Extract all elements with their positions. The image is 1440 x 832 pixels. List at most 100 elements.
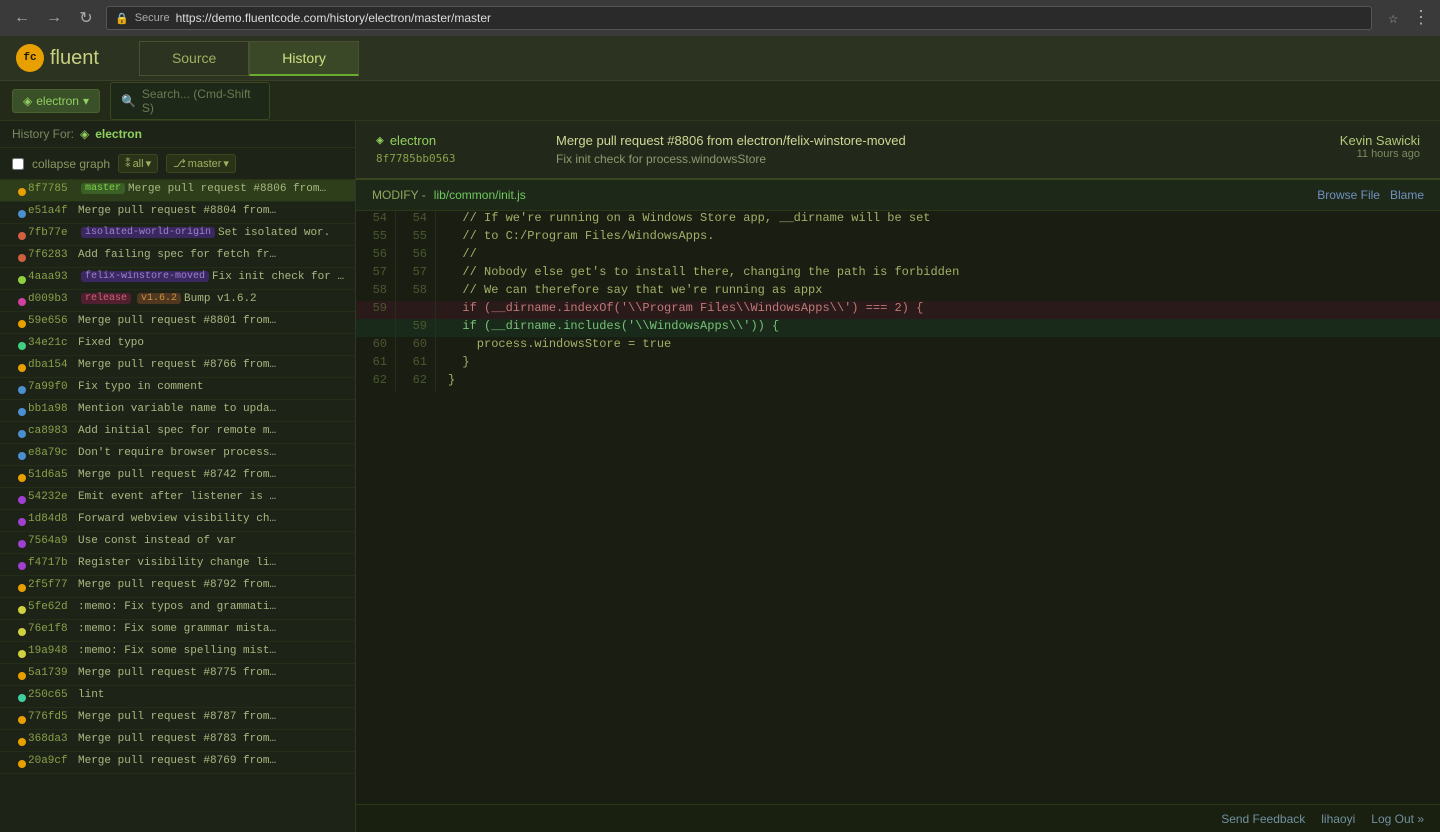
commit-version-tag: v1.6.2: [137, 293, 181, 304]
commit-item[interactable]: 250c65lint: [0, 686, 355, 708]
tabs: Source History: [139, 41, 359, 76]
collapse-checkbox[interactable]: [12, 158, 24, 170]
line-num-new: 56: [396, 247, 436, 265]
commit-item[interactable]: ca8983Add initial spec for remote module…: [0, 422, 355, 444]
filter-branch-label: master: [188, 158, 222, 170]
commit-hash: 4aaa93: [28, 271, 78, 283]
commit-info-panel: ◈ electron 8f7785bb0563 Merge pull reque…: [356, 121, 1440, 180]
back-button[interactable]: ←: [10, 6, 34, 30]
commit-desc: Merge pull request #8806 from electron/f…: [556, 133, 1320, 166]
sidebar: History For: ◈ electron collapse graph ⁑…: [0, 121, 356, 832]
commit-item[interactable]: 7fb77eisolated-world-originSet isolated …: [0, 224, 355, 246]
commit-dot: [18, 716, 26, 724]
commit-dot: [18, 210, 26, 218]
commit-branch-tag: felix-winstore-moved: [81, 271, 209, 282]
line-num-old: [356, 319, 396, 337]
commit-item[interactable]: 7a99f0Fix typo in comment: [0, 378, 355, 400]
commit-item[interactable]: 54232eEmit event after listener is regis…: [0, 488, 355, 510]
commit-author-block: Kevin Sawicki 11 hours ago: [1340, 133, 1420, 160]
commit-item[interactable]: 7f6283Add failing spec for fetch from is…: [0, 246, 355, 268]
commit-item[interactable]: 51d6a5Merge pull request #8742 from elec…: [0, 466, 355, 488]
commit-item[interactable]: 5a1739Merge pull request #8775 from elec…: [0, 664, 355, 686]
diff-line: 59 if (__dirname.includes('\\WindowsApps…: [356, 319, 1440, 337]
commit-message: Merge pull request #8775 from electron/s…: [78, 667, 278, 679]
commit-item[interactable]: 59e656Merge pull request #8801 from tomf…: [0, 312, 355, 334]
commit-message: lint: [78, 689, 104, 701]
tab-history[interactable]: History: [249, 41, 359, 76]
repo-selector[interactable]: ◈ electron ▾: [12, 89, 100, 113]
commit-hash: 7564a9: [28, 535, 78, 547]
commit-message: Don't require browser process module fro…: [78, 447, 278, 459]
commit-item[interactable]: dba154Merge pull request #8766 from elec…: [0, 356, 355, 378]
commit-dot: [18, 452, 26, 460]
commit-message: Mention variable name to update: [78, 403, 278, 415]
commit-hash: 250c65: [28, 689, 78, 701]
commit-message: :memo: Fix typos and grammatical errors.: [78, 601, 278, 613]
line-num-old: 54: [356, 211, 396, 229]
commit-item[interactable]: 19a948:memo: Fix some spelling mistakes: [0, 642, 355, 664]
logo-icon-text: fc: [23, 52, 36, 64]
commit-item[interactable]: 5fe62d:memo: Fix typos and grammatical e…: [0, 598, 355, 620]
logout-button[interactable]: Log Out »: [1371, 812, 1424, 826]
line-num-new: 62: [396, 373, 436, 391]
commit-message: Merge pull request #8766 from electron/b…: [78, 359, 278, 371]
commit-dot: [18, 606, 26, 614]
star-icon[interactable]: ☆: [1388, 8, 1398, 28]
filter-all-icon: ⁑: [125, 157, 131, 170]
commit-item[interactable]: f4717bRegister visibility change listene…: [0, 554, 355, 576]
commit-item[interactable]: 2f5f77Merge pull request #8792 from Lass…: [0, 576, 355, 598]
commit-item[interactable]: 8f7785masterMerge pull request #8806 fro…: [0, 180, 355, 202]
commit-item[interactable]: 4aaa93felix-winstore-movedFix init check…: [0, 268, 355, 290]
commit-item[interactable]: e51a4fMerge pull request #8804 from elec…: [0, 202, 355, 224]
commit-dot: [18, 276, 26, 284]
commit-dot: [18, 342, 26, 350]
commit-item[interactable]: d009b3releasev1.6.2Bump v1.6.2: [0, 290, 355, 312]
menu-icon[interactable]: ⋮: [1412, 7, 1430, 29]
commit-item[interactable]: 34e21cFixed typo: [0, 334, 355, 356]
user-button[interactable]: lihaoyi: [1321, 812, 1355, 826]
forward-button[interactable]: →: [42, 6, 66, 30]
diff-file-path[interactable]: lib/common/init.js: [434, 188, 526, 202]
commit-item[interactable]: 368da3Merge pull request #8783 from th.: [0, 730, 355, 752]
commit-hash: f4717b: [28, 557, 78, 569]
reload-button[interactable]: ↻: [74, 6, 98, 30]
commit-dot: [18, 562, 26, 570]
commit-message: Register visibility change listener when…: [78, 557, 278, 569]
browse-file-button[interactable]: Browse File: [1317, 188, 1380, 202]
filter-branch-dropdown[interactable]: ⎇ master ▾: [166, 154, 236, 173]
main-layout: History For: ◈ electron collapse graph ⁑…: [0, 121, 1440, 832]
history-for-repo-icon: ◈: [80, 127, 89, 141]
send-feedback-button[interactable]: Send Feedback: [1221, 812, 1305, 826]
commit-message: Use const instead of var: [78, 535, 236, 547]
commit-item[interactable]: bb1a98Mention variable name to update: [0, 400, 355, 422]
diff-line: 6060 process.windowsStore = true: [356, 337, 1440, 355]
search-bar[interactable]: 🔍 Search... (Cmd-Shift S): [110, 82, 270, 120]
blame-button[interactable]: Blame: [1390, 188, 1424, 202]
diff-line: 6262}: [356, 373, 1440, 391]
line-num-new: 55: [396, 229, 436, 247]
author-name: Kevin Sawicki: [1340, 133, 1420, 148]
repo-label: electron: [36, 94, 79, 108]
line-content: if (__dirname.includes('\\WindowsApps\\'…: [436, 319, 1440, 337]
diff-header: MODIFY - lib/common/init.js Browse File …: [356, 180, 1440, 211]
commit-dot: [18, 430, 26, 438]
tab-source[interactable]: Source: [139, 41, 249, 76]
commit-item[interactable]: 20a9cfMerge pull request #8769 from jw: [0, 752, 355, 774]
filter-all-dropdown[interactable]: ⁑ all ▾: [118, 154, 158, 173]
url-bar[interactable]: 🔒 Secure https://demo.fluentcode.com/his…: [106, 6, 1372, 30]
commit-hash: 8f7785: [28, 183, 78, 195]
commit-item[interactable]: 7564a9Use const instead of var: [0, 532, 355, 554]
line-num-old: 58: [356, 283, 396, 301]
commit-item[interactable]: 1d84d8Forward webview visibility change …: [0, 510, 355, 532]
diff-line: 59 if (__dirname.indexOf('\\Program File…: [356, 301, 1440, 319]
commit-message: Merge pull request #8801 from tomfloyer/…: [78, 315, 278, 327]
commit-hash: 368da3: [28, 733, 78, 745]
commit-message: Add failing spec for fetch from isolate.: [78, 249, 278, 261]
commit-item[interactable]: e8a79cDon't require browser process modu…: [0, 444, 355, 466]
commit-item[interactable]: 76e1f8:memo: Fix some grammar mistakes: [0, 620, 355, 642]
commit-hash: 76e1f8: [28, 623, 78, 635]
commit-item[interactable]: 776fd5Merge pull request #8787 from sera…: [0, 708, 355, 730]
diff-line: 5858 // We can therefore say that we're …: [356, 283, 1440, 301]
branch-icon: ⎇: [173, 157, 186, 170]
commit-dot: [18, 628, 26, 636]
